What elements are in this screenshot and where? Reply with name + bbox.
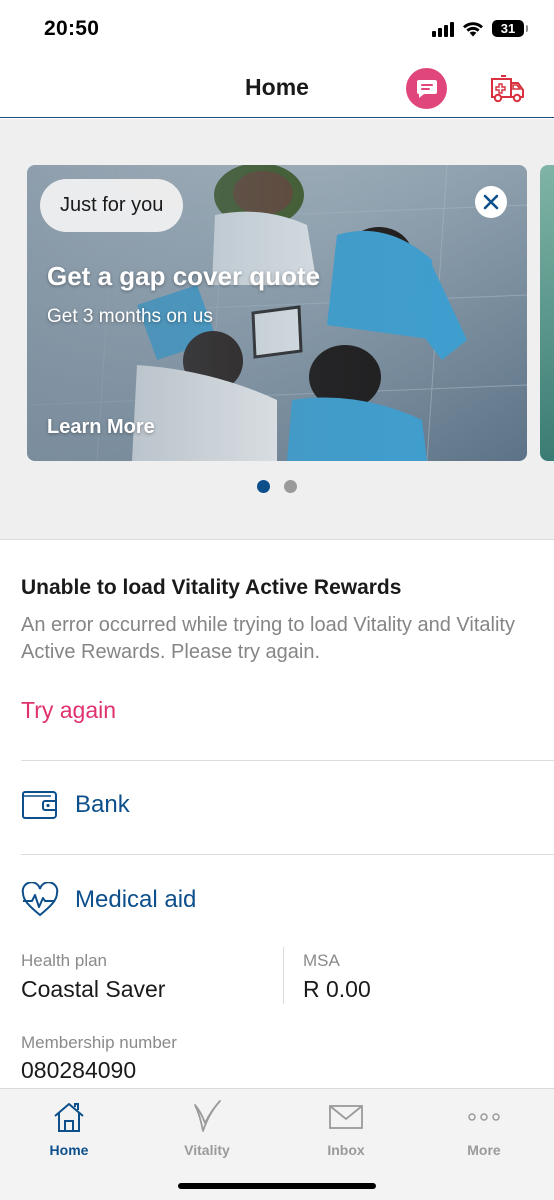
battery-icon: 31 (492, 20, 528, 37)
medical-aid-label: Medical aid (75, 886, 197, 913)
promo-carousel[interactable]: Just for you Get a gap cover quote Get 3… (0, 119, 554, 539)
chat-bubble-icon (416, 79, 437, 98)
close-promo-button[interactable] (475, 186, 507, 218)
wifi-icon (463, 21, 483, 36)
promo-subtitle: Get 3 months on us (47, 306, 213, 327)
mail-icon (329, 1105, 363, 1129)
vitality-error-title: Unable to load Vitality Active Rewards (21, 576, 402, 599)
carousel-dot-2[interactable] (284, 480, 297, 493)
divider (283, 947, 284, 1004)
battery-level: 31 (500, 21, 516, 36)
vitality-error-message: An error occurred while trying to load V… (21, 614, 515, 663)
tab-home[interactable]: Home (0, 1089, 138, 1169)
tab-inbox-label: Inbox (327, 1142, 365, 1158)
status-bar: 20:50 31 (0, 0, 554, 62)
bank-row[interactable]: Bank (21, 788, 130, 822)
membership-number-label: Membership number (21, 1033, 177, 1052)
tab-vitality[interactable]: Vitality (138, 1089, 276, 1169)
promo-card[interactable]: Just for you Get a gap cover quote Get 3… (27, 165, 527, 461)
learn-more-link[interactable]: Learn More (47, 416, 155, 439)
app-header: Home (0, 62, 554, 118)
status-icons: 31 (432, 20, 528, 37)
carousel-dot-1[interactable] (257, 480, 270, 493)
promo-badge: Just for you (40, 179, 184, 232)
membership-number-value: 080284090 (21, 1057, 137, 1083)
emergency-button[interactable] (488, 74, 526, 104)
divider (21, 854, 554, 855)
bank-label: Bank (75, 791, 130, 818)
page-title: Home (245, 74, 309, 100)
promo-title: Get a gap cover quote (47, 261, 321, 291)
carousel-pagination (0, 480, 554, 493)
msa-label: MSA (303, 951, 340, 970)
divider (21, 760, 554, 761)
health-plan-label: Health plan (21, 951, 108, 970)
home-indicator (178, 1183, 376, 1189)
msa-value: R 0.00 (303, 976, 371, 1002)
vitality-icon (194, 1100, 221, 1132)
tab-inbox[interactable]: Inbox (277, 1089, 415, 1169)
divider (0, 539, 554, 540)
status-time: 20:50 (44, 17, 100, 40)
health-plan-value: Coastal Saver (21, 976, 166, 1002)
medical-aid-row[interactable]: Medical aid (21, 882, 196, 918)
try-again-button[interactable]: Try again (21, 697, 116, 724)
tab-more[interactable]: More (415, 1089, 553, 1169)
more-dots-icon (468, 1113, 500, 1121)
ambulance-icon (491, 75, 524, 103)
tab-vitality-label: Vitality (184, 1142, 230, 1158)
tab-home-label: Home (49, 1142, 89, 1158)
close-icon (483, 194, 499, 210)
chat-button[interactable] (406, 68, 447, 109)
home-icon (54, 1103, 84, 1132)
tab-more-label: More (467, 1142, 501, 1158)
next-promo-card[interactable] (540, 165, 554, 461)
cellular-signal-icon (432, 21, 454, 37)
heart-pulse-icon (21, 882, 59, 917)
wallet-icon (22, 791, 57, 819)
